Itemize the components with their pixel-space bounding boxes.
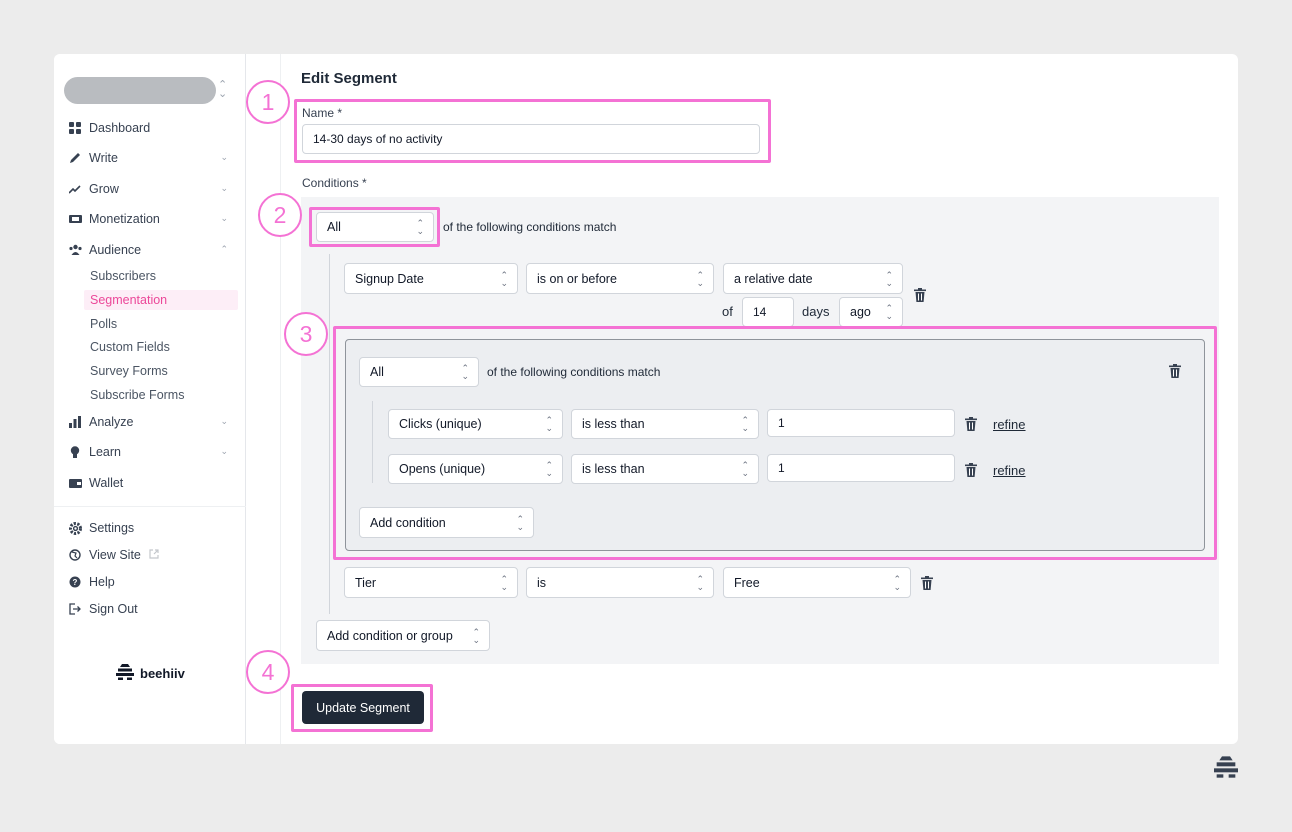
chevron-updown-icon: ⌃ ⌄ [500,573,508,592]
value-select[interactable]: a relative date ⌃ ⌄ [723,263,903,294]
bulb-icon [68,445,82,459]
sidebar-item-label: Dashboard [89,121,151,135]
chevron-updown-icon: ⌃ ⌄ [696,269,704,288]
sidebar-item-label: Settings [89,521,135,535]
page-title: Edit Segment [301,70,397,87]
sidebar-item-polls[interactable]: Polls [84,314,238,334]
chevron-updown-icon: ⌃ ⌄ [696,573,704,592]
indent-line [329,254,330,614]
trend-icon [68,182,82,196]
chevron-updown-icon: ⌃ ⌄ [885,269,893,288]
sidebar-item-wallet[interactable]: Wallet [68,472,238,494]
highlight-submit [291,684,433,732]
sidebar-item-sign-out[interactable]: Sign Out [68,598,238,620]
sidebar: ⌃ ⌄ Dashboard Write ⌄ Grow ⌄ Monetizatio… [54,54,246,744]
sidebar-item-survey-forms[interactable]: Survey Forms [84,361,238,381]
sidebar-divider [54,506,246,507]
sidebar-item-label: Analyze [89,415,134,429]
chevron-down-icon: ⌄ [220,446,228,456]
sidebar-item-subscribe-forms[interactable]: Subscribe Forms [84,385,238,405]
wallet-icon [68,476,82,490]
chevron-updown-icon: ⌃ ⌄ [885,303,893,321]
sidebar-item-label: Help [89,575,115,589]
chevron-down-icon: ⌄ [220,183,228,193]
chevron-down-icon: ⌄ [220,213,228,223]
sidebar-item-subscribers[interactable]: Subscribers [84,266,238,286]
sidebar-item-help[interactable]: ? Help [68,571,238,593]
add-condition-or-group-select[interactable]: Add condition or group ⌃ ⌄ [316,620,490,651]
highlight-group [333,326,1217,560]
bar-chart-icon [68,415,82,429]
field-select[interactable]: Tier ⌃ ⌄ [344,567,518,598]
trash-icon[interactable] [921,576,933,590]
operator-select[interactable]: is ⌃ ⌄ [526,567,714,598]
relative-amount-field[interactable]: 14 [742,297,794,327]
content-divider [280,54,281,744]
sidebar-item-analyze[interactable]: Analyze ⌄ [68,411,238,433]
sidebar-item-dashboard[interactable]: Dashboard [68,117,238,139]
sidebar-item-label: Audience [89,243,142,257]
direction-select[interactable]: ago ⌃ ⌄ [839,297,903,327]
publication-switcher[interactable] [64,77,216,104]
of-label: of [722,304,733,319]
sidebar-item-monetization[interactable]: Monetization ⌄ [68,208,238,230]
step-badge-1: 1 [246,80,290,124]
match-text: of the following conditions match [443,220,617,234]
globe-icon [68,548,82,562]
sidebar-item-label: Sign Out [89,602,138,616]
dashboard-icon [68,121,82,135]
beehiiv-logo-icon [1214,756,1238,778]
sidebar-item-label: Grow [89,182,119,196]
money-icon [68,212,82,226]
value-select[interactable]: Free ⌃ ⌄ [723,567,911,598]
step-badge-4: 4 [246,650,290,694]
chevron-updown-icon: ⌃ ⌄ [500,269,508,288]
sidebar-item-label: Write [89,151,118,165]
external-link-icon [149,548,159,562]
chevron-updown-icon: ⌃ ⌄ [893,573,901,592]
sidebar-item-grow[interactable]: Grow ⌄ [68,178,238,200]
sidebar-item-view-site[interactable]: View Site [68,544,238,566]
highlight-match [309,207,440,247]
chevron-up-icon: ⌃ [220,244,228,254]
sidebar-item-label: Wallet [89,476,124,490]
sign-out-icon [68,602,82,616]
svg-text:?: ? [73,578,78,587]
sidebar-item-settings[interactable]: Settings [68,517,238,539]
step-badge-2: 2 [258,193,302,237]
operator-select[interactable]: is on or before ⌃ ⌄ [526,263,714,294]
sidebar-item-learn[interactable]: Learn ⌄ [68,441,238,463]
sidebar-item-label: View Site [89,548,141,562]
sidebar-item-label: Learn [89,445,121,459]
chevron-updown-icon[interactable]: ⌃ ⌄ [218,80,227,100]
chevron-updown-icon: ⌃ ⌄ [472,626,480,645]
conditions-label: Conditions * [302,176,367,190]
brand-name: beehiiv [140,666,185,681]
chevron-down-icon: ⌄ [220,152,228,162]
gear-icon [68,521,82,535]
people-icon [68,243,82,257]
step-badge-3: 3 [284,312,328,356]
chevron-down-icon: ⌄ [220,416,228,426]
help-icon: ? [68,575,82,589]
brand: beehiiv [116,664,185,683]
sidebar-item-segmentation[interactable]: Segmentation [84,290,238,310]
trash-icon[interactable] [914,288,926,302]
unit-label: days [802,304,830,319]
beehiiv-logo-icon [116,664,134,683]
sidebar-item-label: Monetization [89,212,160,226]
sidebar-item-audience[interactable]: Audience ⌃ [68,239,238,261]
highlight-name [294,99,771,163]
sidebar-item-write[interactable]: Write ⌄ [68,147,238,169]
sidebar-item-custom-fields[interactable]: Custom Fields [84,337,238,357]
field-select[interactable]: Signup Date ⌃ ⌄ [344,263,518,294]
pen-icon [68,151,82,165]
